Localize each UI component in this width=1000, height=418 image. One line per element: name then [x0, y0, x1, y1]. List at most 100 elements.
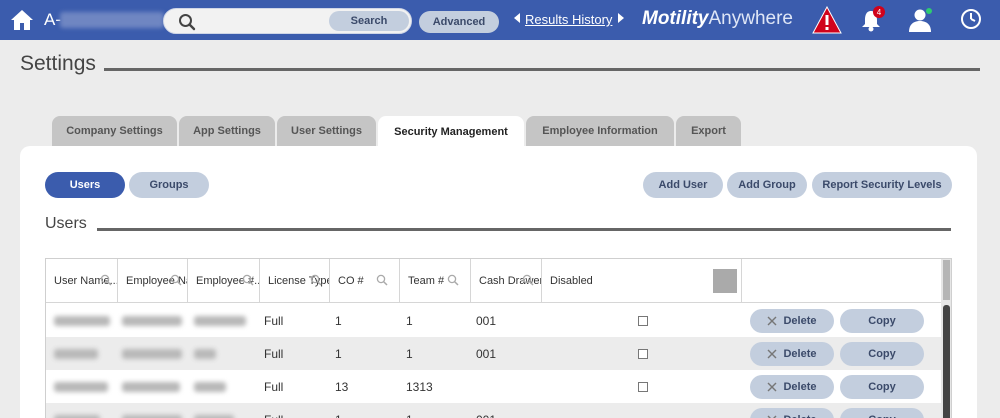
employee-name-redacted: [122, 414, 182, 418]
users-section-divider: [97, 228, 951, 231]
tab-security-management[interactable]: Security Management: [378, 116, 524, 147]
delete-label: Delete: [783, 315, 817, 327]
brand-light: Anywhere: [708, 8, 794, 29]
delete-label: Delete: [783, 348, 817, 360]
team-number-cell: 1: [406, 346, 413, 361]
search-icon[interactable]: [170, 274, 182, 286]
team-number-cell: 1: [406, 313, 413, 328]
license-type-cell: Full: [264, 346, 284, 361]
employee-number-redacted: [194, 315, 246, 326]
brand-bold: Motility: [642, 8, 709, 29]
table-row[interactable]: Full 1 1 001 Delete Copy: [46, 403, 942, 418]
license-type-cell: Full: [264, 313, 284, 328]
employee-name-redacted: [122, 348, 182, 359]
user-name-redacted: [54, 414, 100, 418]
column-header-team-number[interactable]: Team #: [400, 259, 471, 303]
header-scroll-area: [943, 260, 950, 300]
advanced-search-button[interactable]: Advanced: [419, 11, 499, 33]
column-header-license-type[interactable]: License Type: [260, 259, 330, 303]
results-history-link[interactable]: Results History: [525, 12, 612, 27]
cash-drawer-cell: 001: [476, 403, 496, 418]
table-header: User Name... Employee Na Employee #... L…: [46, 259, 942, 303]
co-number-cell: 13: [335, 379, 349, 394]
license-type-cell: Full: [264, 403, 283, 418]
alert-icon[interactable]: [812, 6, 842, 34]
delete-button[interactable]: Delete: [750, 375, 834, 399]
add-user-button[interactable]: Add User: [643, 172, 723, 198]
user-icon[interactable]: [908, 7, 934, 33]
search-icon[interactable]: [100, 274, 112, 286]
scrollbar-thumb[interactable]: [943, 305, 950, 418]
report-security-levels-button[interactable]: Report Security Levels: [812, 172, 952, 198]
employee-name-redacted: [122, 381, 180, 392]
table-scrollbar[interactable]: [941, 259, 951, 418]
account-id-redacted: [60, 12, 164, 28]
delete-label: Delete: [783, 414, 816, 418]
copy-button[interactable]: Copy: [840, 408, 924, 418]
co-number-cell: 1: [335, 403, 342, 418]
search-input[interactable]: Search: [163, 8, 412, 34]
column-header-cash-drawer[interactable]: Cash Drawer: [471, 259, 542, 303]
user-name-redacted: [54, 348, 98, 359]
delete-button[interactable]: Delete: [750, 342, 834, 366]
users-table: User Name... Employee Na Employee #... L…: [45, 258, 952, 418]
cash-drawer-cell: 001: [476, 346, 497, 361]
search-icon[interactable]: [447, 274, 459, 286]
employee-number-redacted: [194, 348, 216, 359]
add-group-button[interactable]: Add Group: [727, 172, 807, 198]
license-type-cell: Full: [264, 379, 284, 394]
delete-button[interactable]: Delete: [750, 309, 834, 333]
tab-app-settings[interactable]: App Settings: [179, 116, 275, 146]
copy-button[interactable]: Copy: [840, 309, 924, 333]
column-header-user-name[interactable]: User Name...: [46, 259, 118, 303]
tab-company-settings[interactable]: Company Settings: [52, 116, 177, 146]
clock-icon[interactable]: [960, 8, 982, 30]
tab-user-settings[interactable]: User Settings: [277, 116, 376, 146]
column-header-co-number[interactable]: CO #: [330, 259, 400, 303]
column-header-employee-number[interactable]: Employee #...: [188, 259, 260, 303]
search-icon[interactable]: [310, 274, 322, 286]
co-number-cell: 1: [335, 313, 342, 328]
tab-employee-information[interactable]: Employee Information: [526, 116, 674, 146]
copy-button[interactable]: Copy: [840, 375, 924, 399]
brand-logo: MotilityAnywhere: [642, 8, 793, 30]
account-id[interactable]: A-: [44, 10, 61, 30]
table-row[interactable]: Full 13 1313 Delete Copy: [46, 370, 942, 403]
cash-drawer-cell: 001: [476, 313, 497, 328]
users-toggle-button[interactable]: Users: [45, 172, 125, 198]
delete-button[interactable]: Delete: [750, 408, 834, 418]
column-label: Disabled: [550, 275, 593, 287]
select-all-checkbox[interactable]: [713, 269, 737, 293]
column-label: CO #: [338, 275, 364, 287]
top-bar: A- Search Advanced Results History Motil…: [0, 0, 1000, 40]
employee-number-redacted: [194, 414, 234, 418]
search-icon[interactable]: [522, 274, 534, 286]
table-row[interactable]: Full 1 1 001 Delete Copy: [46, 304, 942, 337]
disabled-checkbox[interactable]: [638, 349, 648, 359]
team-number-cell: 1313: [406, 379, 433, 394]
page-title: Settings: [20, 52, 96, 75]
tab-export[interactable]: Export: [676, 116, 741, 146]
table-row[interactable]: Full 1 1 001 Delete Copy: [46, 337, 942, 370]
employee-number-redacted: [194, 381, 226, 392]
column-header-disabled[interactable]: Disabled: [542, 259, 742, 303]
notification-badge: 4: [873, 6, 885, 18]
disabled-checkbox[interactable]: [638, 316, 648, 326]
groups-toggle-button[interactable]: Groups: [129, 172, 209, 198]
home-icon[interactable]: [10, 8, 34, 32]
title-divider: [104, 68, 980, 71]
disabled-checkbox[interactable]: [638, 382, 648, 392]
user-name-redacted: [54, 381, 108, 392]
column-header-employee-name[interactable]: Employee Na: [118, 259, 188, 303]
close-icon: [767, 316, 777, 326]
search-button[interactable]: Search: [329, 11, 409, 31]
close-icon: [767, 349, 777, 359]
search-icon[interactable]: [242, 274, 254, 286]
delete-label: Delete: [783, 381, 817, 393]
history-back-icon[interactable]: [514, 13, 520, 23]
history-forward-icon[interactable]: [618, 13, 624, 23]
search-icon[interactable]: [376, 274, 388, 286]
column-label: Team #: [408, 275, 445, 287]
users-section-heading: Users: [45, 215, 87, 232]
copy-button[interactable]: Copy: [840, 342, 924, 366]
